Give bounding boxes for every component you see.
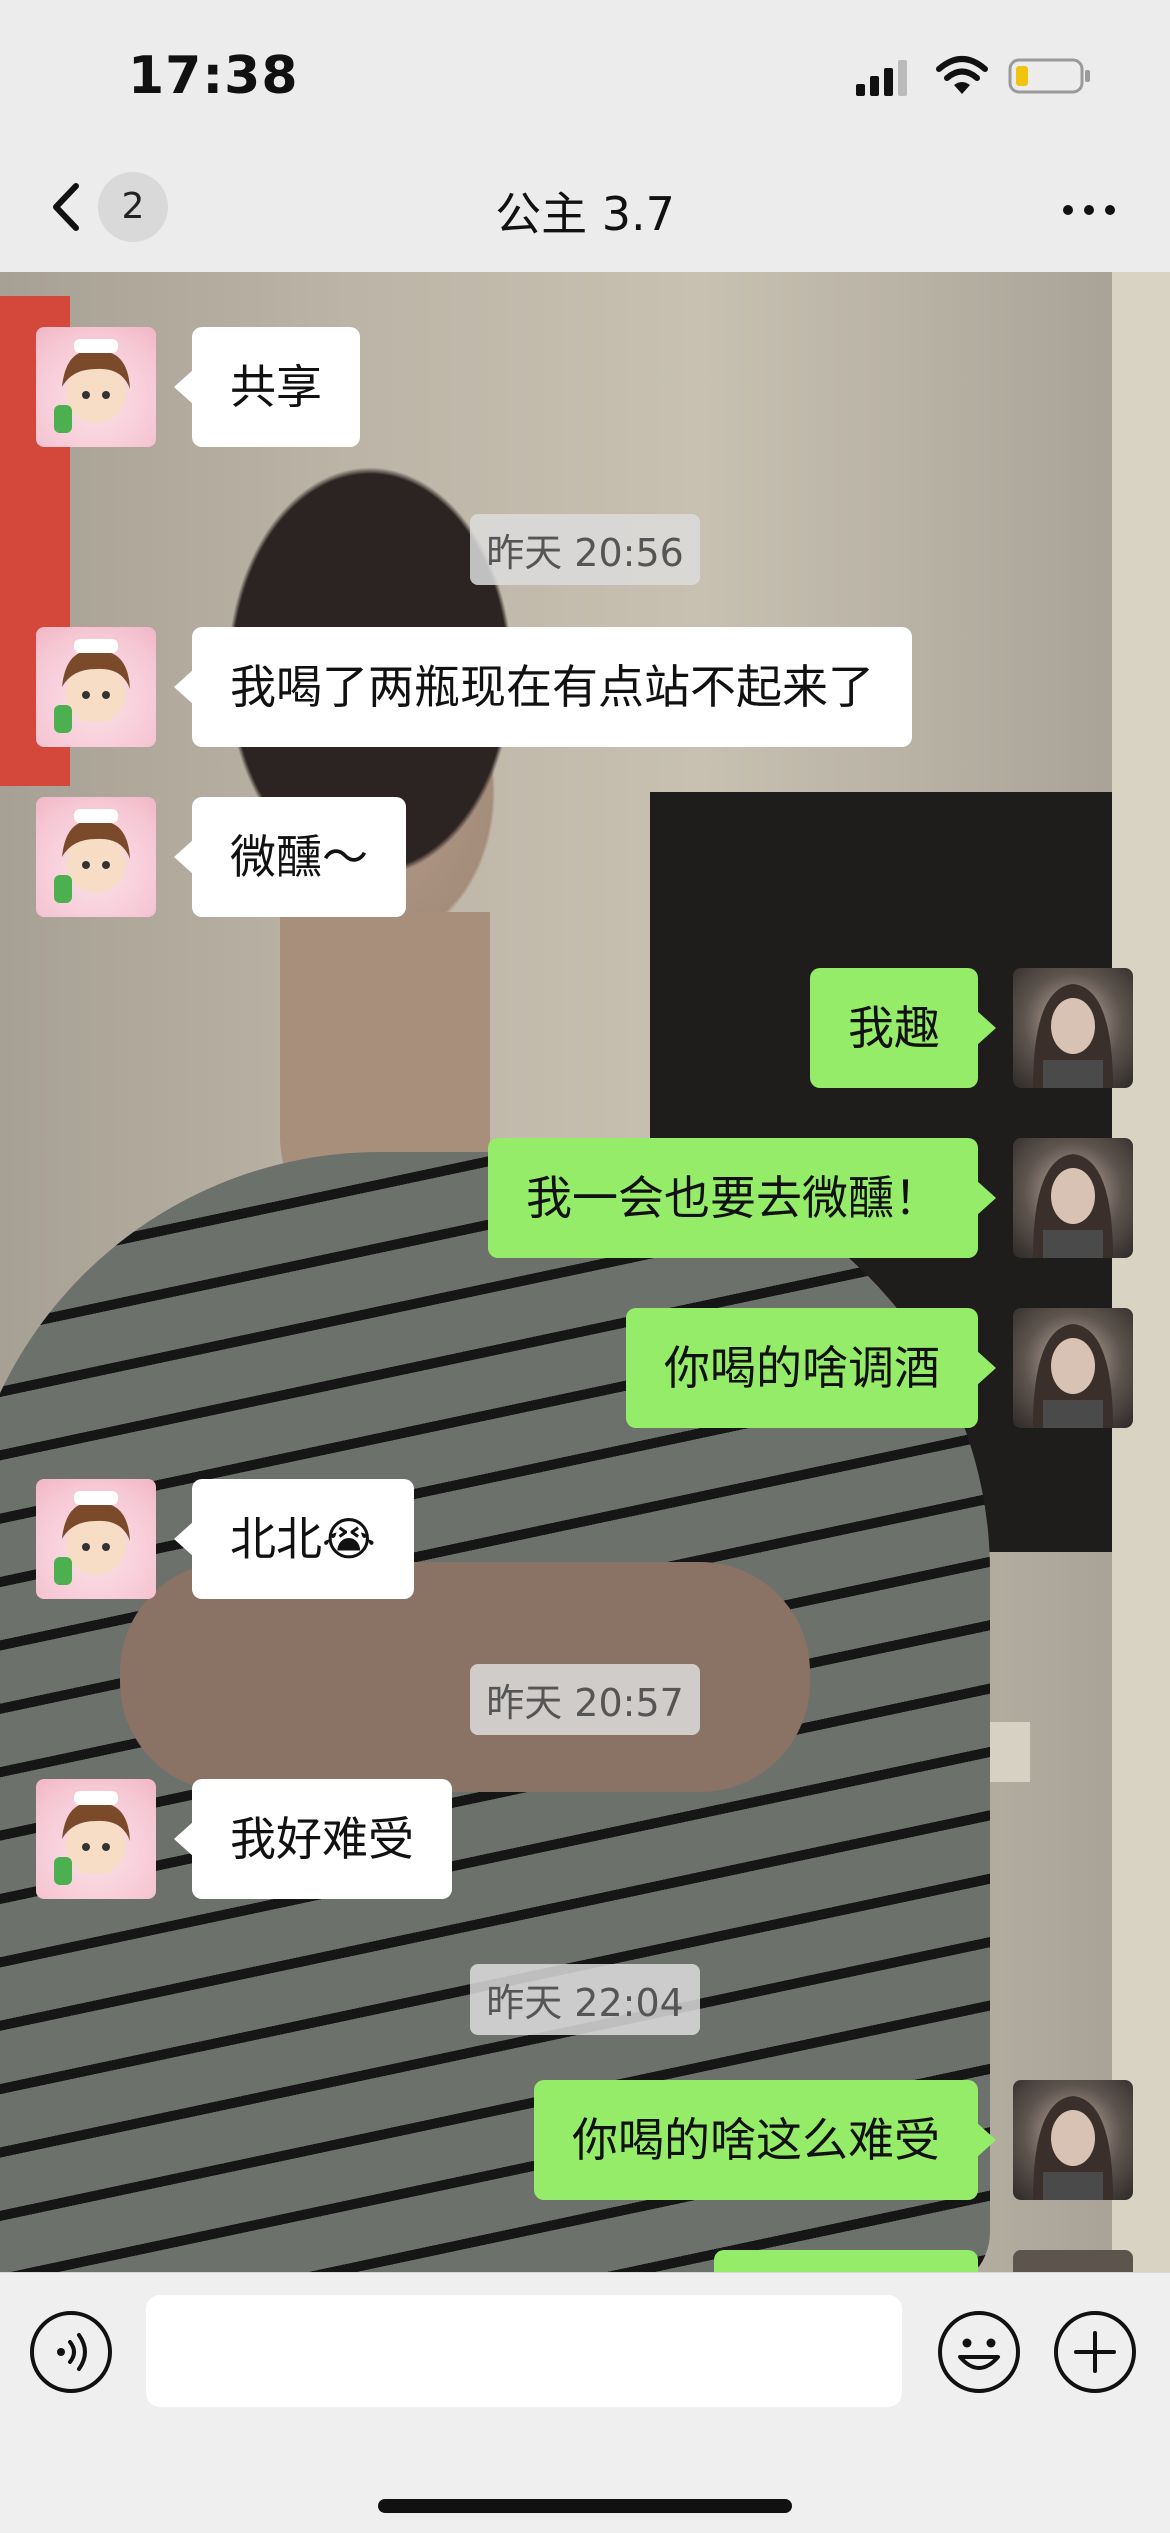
message-timestamp: 昨天 20:57 xyxy=(0,1664,1170,1735)
timestamp-label: 昨天 20:56 xyxy=(470,514,700,585)
message-row: 你喝的啥调酒 xyxy=(0,1308,1170,1428)
chat-area[interactable]: 共享 昨天 20:56 我喝了两瓶现在有点站不起来了 微醺～ 我趣 我一会也要去… xyxy=(0,272,1170,2272)
message-row: 微醺～ xyxy=(0,797,1170,917)
message-timestamp: 昨天 20:56 xyxy=(0,514,1170,585)
status-bar: 17:38 xyxy=(0,0,1170,150)
message-bubble-received[interactable]: 北北😭 xyxy=(174,1479,414,1599)
back-icon[interactable] xyxy=(44,172,88,242)
my-avatar-partial[interactable] xyxy=(1013,2250,1133,2272)
plus-icon[interactable] xyxy=(1052,2309,1138,2395)
message-row-partial xyxy=(0,2250,1170,2272)
message-bubble-sent[interactable]: 我一会也要去微醺！ xyxy=(488,1138,996,1258)
wifi-icon xyxy=(936,56,988,94)
unread-count-badge[interactable]: 2 xyxy=(98,172,168,242)
home-indicator[interactable] xyxy=(378,2499,792,2513)
message-row: 我喝了两瓶现在有点站不起来了 xyxy=(0,627,1170,747)
message-bubble-received[interactable]: 我好难受 xyxy=(174,1779,452,1899)
my-avatar[interactable] xyxy=(1013,968,1133,1088)
signal-icon xyxy=(856,60,907,96)
input-bar xyxy=(0,2272,1170,2533)
message-bubble-received[interactable]: 我喝了两瓶现在有点站不起来了 xyxy=(174,627,912,747)
message-row: 我一会也要去微醺！ xyxy=(0,1138,1170,1258)
contact-avatar[interactable] xyxy=(36,1479,156,1599)
my-avatar[interactable] xyxy=(1013,1138,1133,1258)
chat-title: 公主 3.7 xyxy=(495,187,675,241)
message-timestamp: 昨天 22:04 xyxy=(0,1964,1170,2035)
message-bubble-sent[interactable]: 我趣 xyxy=(810,968,996,1088)
emoji-icon[interactable] xyxy=(936,2309,1022,2395)
message-bubble-sent[interactable]: 你喝的啥调酒 xyxy=(626,1308,996,1428)
contact-avatar[interactable] xyxy=(36,797,156,917)
my-avatar[interactable] xyxy=(1013,1308,1133,1428)
my-avatar[interactable] xyxy=(1013,2080,1133,2200)
more-icon[interactable] xyxy=(1054,180,1124,240)
timestamp-label: 昨天 20:57 xyxy=(470,1664,700,1735)
message-input[interactable] xyxy=(146,2295,902,2407)
message-row: 我趣 xyxy=(0,968,1170,1088)
message-bubble-sent-partial[interactable] xyxy=(714,2250,978,2272)
message-row: 共享 xyxy=(0,327,1170,447)
timestamp-label: 昨天 22:04 xyxy=(470,1964,700,2035)
message-bubble-received[interactable]: 共享 xyxy=(174,327,360,447)
contact-avatar[interactable] xyxy=(36,1779,156,1899)
voice-icon[interactable] xyxy=(28,2309,114,2395)
message-bubble-sent[interactable]: 你喝的啥这么难受 xyxy=(534,2080,996,2200)
contact-avatar[interactable] xyxy=(36,627,156,747)
nav-bar: 2 公主 3.7 xyxy=(0,150,1170,273)
status-time: 17:38 xyxy=(128,46,299,106)
contact-avatar[interactable] xyxy=(36,327,156,447)
message-row: 你喝的啥这么难受 xyxy=(0,2080,1170,2200)
message-bubble-received[interactable]: 微醺～ xyxy=(174,797,406,917)
message-row: 北北😭 xyxy=(0,1479,1170,1599)
message-row: 我好难受 xyxy=(0,1779,1170,1899)
battery-icon xyxy=(1008,58,1090,94)
